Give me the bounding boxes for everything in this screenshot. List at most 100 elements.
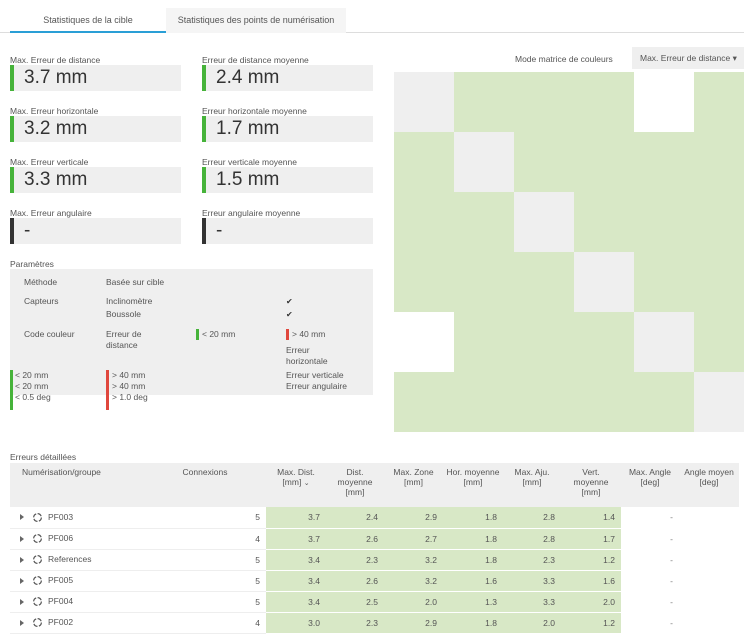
matrix-cell[interactable] <box>514 312 574 372</box>
matrix-cell[interactable] <box>454 192 514 252</box>
row-value: 1.8 <box>443 612 503 634</box>
sensors-label: Capteurs <box>24 296 59 306</box>
matrix-cell[interactable] <box>694 252 744 312</box>
max-vertical-box: 3.3 mm <box>10 167 181 193</box>
matrix-cell[interactable] <box>454 312 514 372</box>
col-max-adj[interactable]: Max. Aju. [mm] <box>503 463 561 507</box>
matrix-cell[interactable] <box>514 252 574 312</box>
table-row[interactable]: PF003 5 3.7 2.4 2.9 1.8 2.8 1.4- <box>10 507 739 529</box>
row-value <box>679 507 739 529</box>
row-value: 1.6 <box>443 570 503 592</box>
row-name-cell[interactable]: References <box>10 549 144 571</box>
row-name-cell[interactable]: PF003 <box>10 507 144 529</box>
avg-vertical-value: 1.5 mm <box>216 169 280 190</box>
row-name-cell[interactable]: PF006 <box>10 528 144 550</box>
table-row[interactable]: PF004 5 3.4 2.5 2.0 1.3 3.3 2.0- <box>10 591 739 613</box>
avg-horizontal-value: 1.7 mm <box>216 118 280 139</box>
matrix-cell[interactable] <box>694 132 744 192</box>
matrix-cell[interactable] <box>634 72 694 132</box>
row-name: PF004 <box>48 595 74 606</box>
matrix-cell[interactable] <box>514 192 574 252</box>
matrix-cell[interactable] <box>574 252 634 312</box>
angular-error-label: Erreur angulaire <box>286 381 347 391</box>
matrix-cell[interactable] <box>394 252 454 312</box>
expand-caret-icon[interactable] <box>20 598 24 605</box>
row-value: 2.3 <box>503 549 561 571</box>
matrix-cell[interactable] <box>574 132 634 192</box>
matrix-cell[interactable] <box>394 192 454 252</box>
row-name-cell[interactable]: PF005 <box>10 570 144 592</box>
group-icon <box>33 512 42 522</box>
tab-target-stats[interactable]: Statistiques de la cible <box>10 8 166 33</box>
col-avg-vert[interactable]: Vert. moyenne [mm] <box>561 463 621 507</box>
matrix-cell[interactable] <box>394 312 454 372</box>
col-connections[interactable]: Connexions <box>144 463 266 507</box>
row-connections: 4 <box>144 612 266 634</box>
matrix-cell[interactable] <box>574 192 634 252</box>
matrix-cell[interactable] <box>454 132 514 192</box>
expand-caret-icon[interactable] <box>20 535 24 542</box>
matrix-cell[interactable] <box>574 372 634 432</box>
row-value: - <box>621 507 679 529</box>
group-icon <box>33 534 42 544</box>
matrix-cell[interactable] <box>634 252 694 312</box>
expand-caret-icon[interactable] <box>20 556 24 563</box>
col-scan-group[interactable]: Numérisation/groupe <box>10 463 144 507</box>
avg-distance-box: 2.4 mm <box>202 65 373 91</box>
matrix-cell[interactable] <box>694 192 744 252</box>
matrix-cell[interactable] <box>634 372 694 432</box>
row-name-cell[interactable]: PF004 <box>10 591 144 613</box>
row-value: 3.0 <box>266 612 326 634</box>
col-avg-dist[interactable]: Dist. moyenne [mm] <box>326 463 384 507</box>
col-max-angle[interactable]: Max. Angle [deg] <box>621 463 679 507</box>
row-value: 1.4 <box>561 507 621 529</box>
tab-bar: Statistiques de la cible Statistiques de… <box>0 0 744 33</box>
expand-caret-icon[interactable] <box>20 577 24 584</box>
row-value: - <box>621 570 679 592</box>
row-value: 1.8 <box>443 528 503 550</box>
matrix-cell[interactable] <box>574 72 634 132</box>
row-value: 1.7 <box>561 528 621 550</box>
tab-scan-point-stats[interactable]: Statistiques des points de numérisation <box>166 8 346 33</box>
compass-checkbox[interactable]: ✔ <box>286 311 294 319</box>
matrix-cell[interactable] <box>514 72 574 132</box>
table-row[interactable]: PF002 4 3.0 2.3 2.9 1.8 2.0 1.2- <box>10 612 739 634</box>
matrix-cell[interactable] <box>454 72 514 132</box>
row-connections: 5 <box>144 549 266 571</box>
expand-caret-icon[interactable] <box>20 514 24 521</box>
row-value: 2.0 <box>384 591 443 613</box>
matrix-cell[interactable] <box>694 72 744 132</box>
table-row[interactable]: PF005 5 3.4 2.6 3.2 1.6 3.3 1.6- <box>10 570 739 592</box>
matrix-cell[interactable] <box>514 372 574 432</box>
col-max-zone[interactable]: Max. Zone [mm] <box>384 463 443 507</box>
row-value: - <box>621 612 679 634</box>
matrix-cell[interactable] <box>574 312 634 372</box>
matrix-cell[interactable] <box>514 132 574 192</box>
avg-distance-label: Erreur de distance moyenne <box>202 55 309 65</box>
col-avg-hor[interactable]: Hor. moyenne [mm] <box>443 463 503 507</box>
matrix-cell[interactable] <box>694 372 744 432</box>
row-connections: 4 <box>144 528 266 550</box>
matrix-cell[interactable] <box>634 312 694 372</box>
matrix-cell[interactable] <box>694 312 744 372</box>
color-mode-select[interactable]: Max. Erreur de distance ▾ <box>632 47 744 69</box>
row-value: 1.3 <box>443 591 503 613</box>
matrix-cell[interactable] <box>634 192 694 252</box>
table-row[interactable]: PF006 4 3.7 2.6 2.7 1.8 2.8 1.7- <box>10 528 739 550</box>
matrix-cell[interactable] <box>634 132 694 192</box>
matrix-cell[interactable] <box>454 252 514 312</box>
col-avg-angle[interactable]: Angle moyen [deg] <box>679 463 739 507</box>
table-row[interactable]: References 5 3.4 2.3 3.2 1.8 2.3 1.2- <box>10 549 739 571</box>
avg-angular-box: - <box>202 218 373 244</box>
matrix-cell[interactable] <box>394 132 454 192</box>
matrix-cell[interactable] <box>394 372 454 432</box>
row-name-cell[interactable]: PF002 <box>10 612 144 634</box>
matrix-cell[interactable] <box>394 72 454 132</box>
col-max-dist[interactable]: Max. Dist. [mm] ⌄ <box>266 463 326 507</box>
expand-caret-icon[interactable] <box>20 619 24 626</box>
row-value: 2.7 <box>384 528 443 550</box>
max-distance-box: 3.7 mm <box>10 65 181 91</box>
row-value: 2.6 <box>326 528 384 550</box>
inclinometer-checkbox[interactable]: ✔ <box>286 298 294 306</box>
matrix-cell[interactable] <box>454 372 514 432</box>
